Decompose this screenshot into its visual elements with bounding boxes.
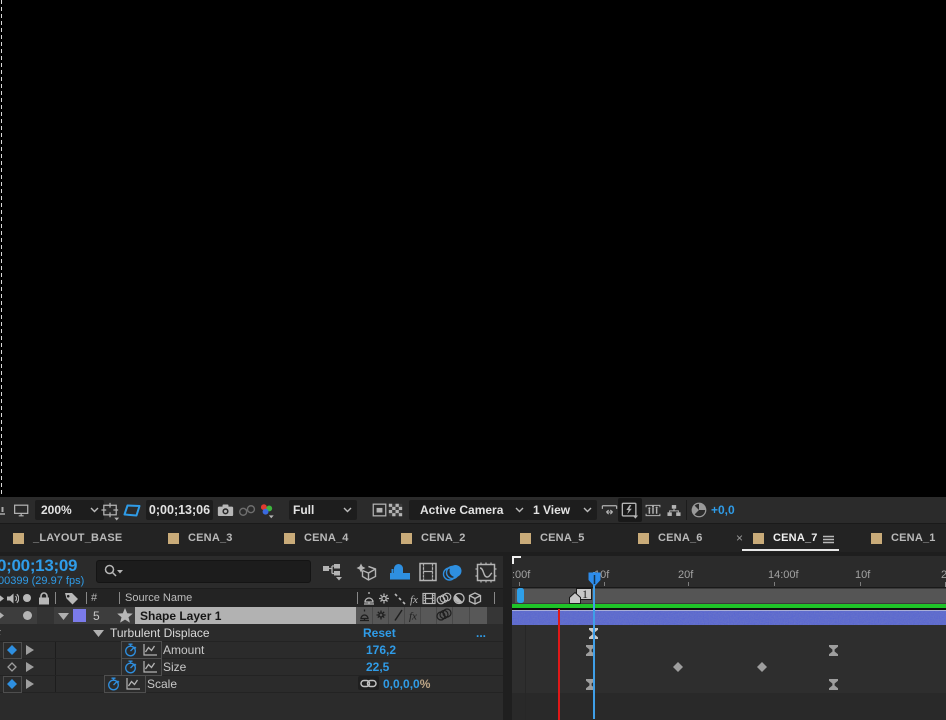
svg-text:fx: fx <box>409 611 417 623</box>
svg-text:1: 1 <box>582 588 588 601</box>
svg-text:fx: fx <box>410 594 418 606</box>
